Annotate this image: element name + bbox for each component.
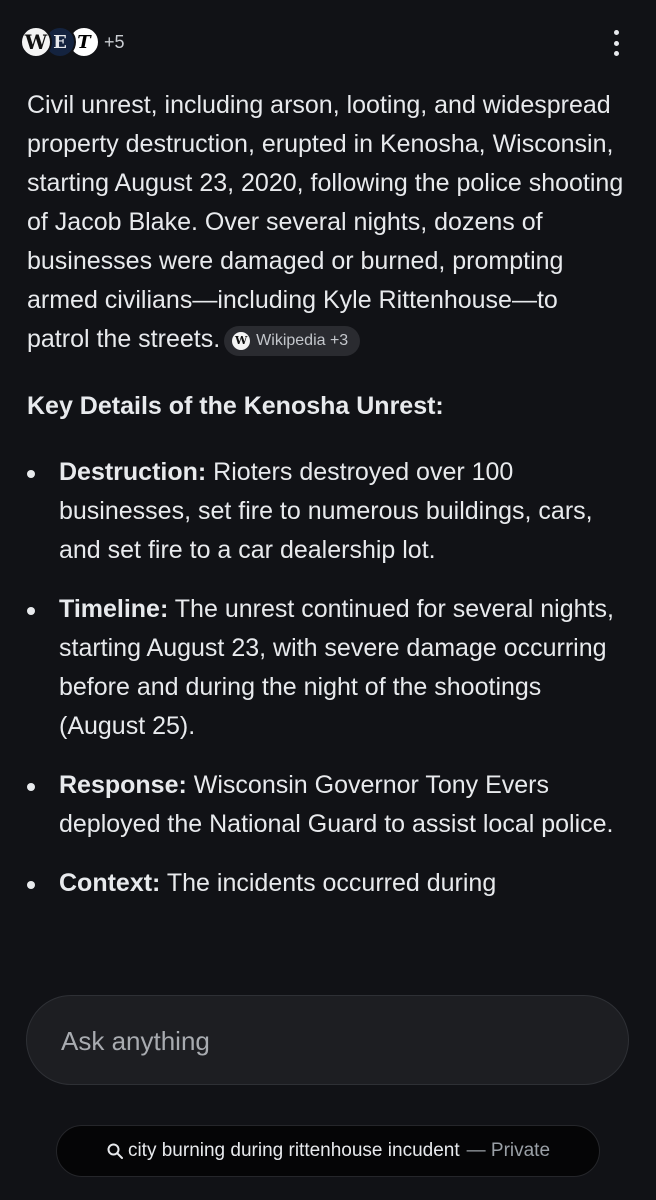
ask-input[interactable] (59, 1022, 583, 1060)
menu-dot (613, 51, 619, 56)
list-item: Destruction: Rioters destroyed over 100 … (27, 453, 627, 570)
answer-summary: Civil unrest, including arson, looting, … (27, 86, 627, 359)
privacy-label: — Private (467, 1140, 550, 1162)
citation-label: Wikipedia +3 (256, 332, 349, 349)
answer-content: Civil unrest, including arson, looting, … (27, 86, 627, 923)
menu-dot (613, 30, 619, 35)
wikipedia-icon: W (232, 332, 251, 350)
detail-term: Context: (59, 869, 161, 897)
list-item: Response: Wisconsin Governor Tony Evers … (27, 766, 627, 844)
menu-dot (613, 40, 619, 46)
query-text: city burning during rittenhouse incudent (127, 1140, 460, 1161)
detail-term: Timeline: (59, 595, 169, 623)
section-heading: Key Details of the Kenosha Unrest: (27, 392, 444, 420)
privacy-status: Private (490, 1140, 551, 1161)
more-sources-count[interactable]: +5 (104, 32, 125, 53)
detail-term: Response: (59, 771, 187, 799)
privacy-separator: — (466, 1140, 486, 1161)
ask-box[interactable] (26, 995, 629, 1085)
list-item: Context: The incidents occurred during (27, 864, 627, 903)
citation-chip[interactable]: W Wikipedia +3 (224, 326, 361, 356)
list-item: Timeline: The unrest continued for sever… (27, 590, 627, 746)
detail-text: The incidents occurred during (160, 869, 497, 897)
wikipedia-icon: W (20, 26, 52, 58)
source-favicons[interactable]: W E T (20, 24, 104, 62)
search-icon (107, 1143, 123, 1159)
more-vert-icon[interactable] (610, 30, 622, 56)
source-bar: W E T +5 (20, 24, 636, 62)
summary-text: Civil unrest, including arson, looting, … (27, 91, 624, 353)
query-chip[interactable]: city burning during rittenhouse incudent… (56, 1125, 600, 1177)
detail-term: Destruction: (59, 458, 207, 486)
details-list: Destruction: Rioters destroyed over 100 … (27, 453, 627, 903)
ai-answer-screen: W E T +5 Civil unrest, including arson, … (0, 0, 656, 1200)
